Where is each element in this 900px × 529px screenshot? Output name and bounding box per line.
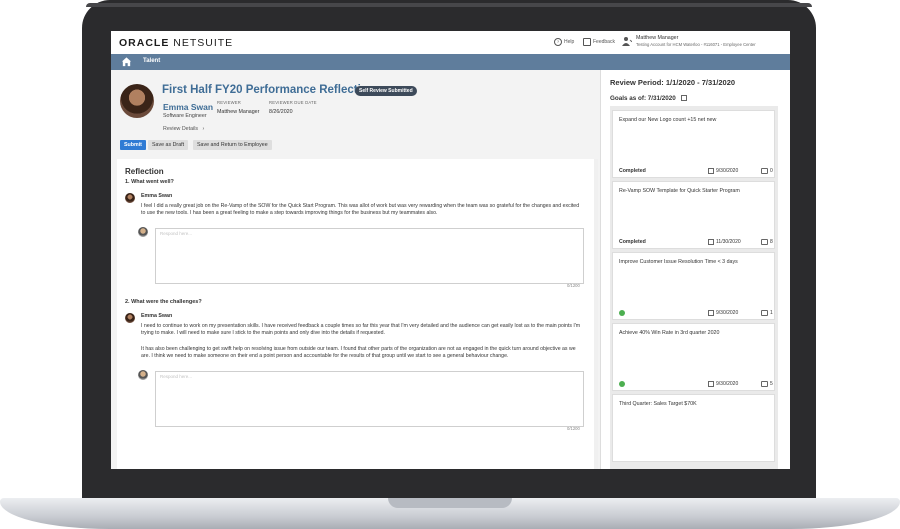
goal-name: Improve Customer Issue Resolution Time <… [619,259,738,265]
calendar-icon [708,168,714,174]
reflection-scrollbar[interactable] [594,159,598,469]
netsuite-logo[interactable]: ORACLE NETSUITE [119,37,233,49]
response-placeholder: Respond here... [160,231,193,236]
goal-comments[interactable]: 1 [761,310,773,316]
reviewer-header: REVIEWER [217,100,241,105]
goal-card[interactable]: Third Quarter: Sales Target $70K [612,394,775,462]
submit-button[interactable]: Submit [120,140,146,150]
goal-card[interactable]: Expand our New Logo count +15 net new Co… [612,110,775,178]
chevron-right-icon: › [202,126,205,132]
external-link-icon [680,95,687,102]
goals-as-of-label: Goals as of: 7/31/2020 [610,95,676,102]
on-track-icon [619,381,625,387]
author-avatar [125,313,135,323]
goal-name: Expand our New Logo count +15 net new [619,117,717,123]
laptop-notch [388,498,512,508]
goal-date-text: 9/30/2020 [716,168,739,174]
goal-comments[interactable]: 0 [761,168,773,174]
goal-date-text: 9/30/2020 [716,310,739,316]
answer-text: I feel I did a really great job on the R… [141,203,580,217]
char-counter: 0/1200 [567,426,580,431]
answer-author: Emma Swan [141,193,173,199]
char-counter: 0/1200 [567,283,580,288]
help-label: Help [564,39,575,45]
reflection-heading: Reflection [125,167,164,176]
goal-status: Completed [619,168,646,174]
answer-text: I need to continue to work on my present… [141,323,581,337]
comment-count: 5 [770,381,773,387]
review-details-link[interactable]: Review Details › [163,126,204,132]
status-badge: Self Review Submitted [355,86,417,96]
employee-role: Software Engineer [163,113,207,119]
goals-list[interactable]: Expand our New Logo count +15 net new Co… [610,106,778,469]
help-icon: ? [554,38,562,46]
app-screen: ORACLE NETSUITE ? Help Feedback Matthew … [111,31,790,469]
due-date-header: REVIEWER DUE DATE [269,100,317,105]
author-avatar [125,193,135,203]
goal-status: Completed [619,239,646,245]
top-bar: ORACLE NETSUITE ? Help Feedback Matthew … [111,31,790,55]
comment-count: 0 [770,168,773,174]
logo-netsuite: NETSUITE [173,37,234,49]
reviewer-avatar [138,370,148,380]
question-1: 1. What went well? [125,179,174,185]
goal-card[interactable]: Improve Customer Issue Resolution Time <… [612,252,775,320]
comment-icon [761,239,768,245]
goal-name: Third Quarter: Sales Target $70K [619,401,697,407]
user-name[interactable]: Matthew Manager [636,35,678,41]
reviewer-avatar [138,227,148,237]
feedback-icon [583,38,591,46]
calendar-icon [708,239,714,245]
answer-text: It has also been challenging to get swif… [141,346,576,360]
response-textarea[interactable]: Respond here... [155,371,584,427]
user-account: Testing Account for HCM Waterloo - #1160… [636,42,756,47]
goal-date-text: 9/30/2020 [716,381,739,387]
goal-due-date: 11/30/2020 [708,239,741,245]
review-panel: First Half FY20 Performance Reflection S… [111,70,600,469]
goal-card[interactable]: Re-Vamp SOW Template for Quick Starter P… [612,181,775,249]
goal-comments[interactable]: 5 [761,381,773,387]
page-title: First Half FY20 Performance Reflection [162,84,375,96]
employee-avatar [120,84,154,118]
feedback-label: Feedback [593,39,615,45]
calendar-icon [708,310,714,316]
response-textarea[interactable]: Respond here... [155,228,584,284]
goal-due-date: 9/30/2020 [708,381,738,387]
comment-icon [761,381,768,387]
nav-bar: Talent [111,54,790,70]
comment-count: 1 [770,310,773,316]
employee-name: Emma Swan [163,102,214,112]
save-draft-button[interactable]: Save as Draft [148,140,189,150]
goals-panel: Review Period: 1/1/2020 - 7/31/2020 Goal… [600,70,790,469]
goals-as-of[interactable]: Goals as of: 7/31/2020 [610,95,687,102]
goal-name: Achieve 40% Win Rate in 3rd quarter 2020 [619,330,720,336]
user-menu-icon[interactable] [622,36,632,46]
comment-count: 8 [770,239,773,245]
due-date-value: 8/26/2020 [269,109,293,115]
home-icon[interactable] [121,56,132,67]
goal-name: Re-Vamp SOW Template for Quick Starter P… [619,188,740,194]
calendar-icon [708,381,714,387]
goal-card[interactable]: Achieve 40% Win Rate in 3rd quarter 2020… [612,323,775,391]
help-link[interactable]: ? Help [554,38,574,46]
feedback-link[interactable]: Feedback [583,38,615,46]
answer-author: Emma Swan [141,313,173,319]
goal-date-text: 11/30/2020 [716,239,741,245]
nav-talent[interactable]: Talent [143,58,160,64]
save-return-button[interactable]: Save and Return to Employee [193,140,272,150]
review-details-label: Review Details [163,126,199,132]
reviewer-value: Matthew Manager [217,109,260,115]
review-period: Review Period: 1/1/2020 - 7/31/2020 [610,78,736,87]
comment-icon [761,310,768,316]
logo-oracle: ORACLE [119,37,170,49]
on-track-icon [619,310,625,316]
goal-comments[interactable]: 8 [761,239,773,245]
laptop-bezel [86,3,812,7]
reflection-card: Reflection 1. What went well? Emma Swan … [117,159,594,469]
question-2: 2. What were the challenges? [125,299,202,305]
goal-due-date: 9/30/2020 [708,168,738,174]
comment-icon [761,168,768,174]
goal-due-date: 9/30/2020 [708,310,738,316]
response-placeholder: Respond here... [160,374,193,379]
